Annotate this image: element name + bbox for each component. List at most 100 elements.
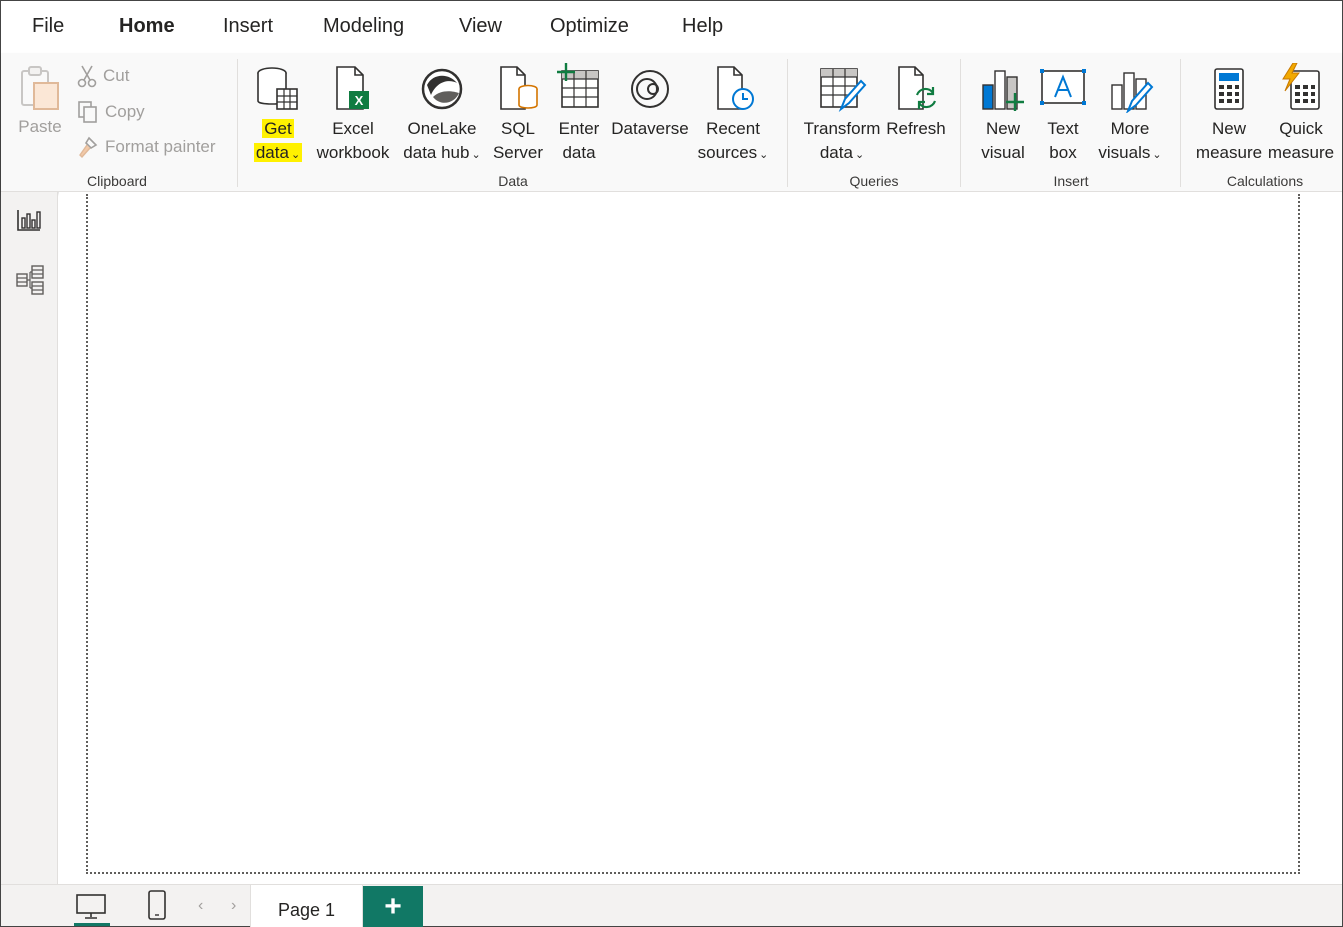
ribbon: Paste Cut Copy Format painter Clipboard [1, 53, 1342, 192]
next-page-icon[interactable]: › [231, 897, 236, 915]
text-box-label-1: Text [1047, 119, 1079, 138]
new-visual-label-1: New [985, 119, 1020, 138]
onelake-data-hub-button[interactable]: OneLake data hub ⌄ [397, 61, 487, 171]
new-measure-label-2: measure [1195, 143, 1263, 162]
more-visuals-button[interactable]: More visuals ⌄ [1093, 61, 1167, 171]
new-visual-button[interactable]: New visual [973, 61, 1033, 171]
get-data-label-1: Get [262, 119, 294, 138]
more-visuals-label-2: visuals [1098, 143, 1151, 162]
quick-measure-button[interactable]: Quick measure [1265, 61, 1337, 171]
onelake-label-2: data hub [403, 143, 470, 162]
sql-label-1: SQL [500, 119, 536, 138]
group-label-insert: Insert [1053, 173, 1089, 189]
get-data-button[interactable]: Get data ⌄ [247, 61, 309, 171]
format-painter-button[interactable]: Format painter [77, 133, 216, 161]
enter-data-label-1: Enter [558, 119, 600, 138]
add-page-button[interactable]: + [363, 886, 423, 927]
report-page-canvas[interactable] [86, 194, 1300, 874]
paste-button[interactable]: Paste [13, 63, 67, 143]
menu-bar: File Home Insert Modeling View Optimize … [1, 1, 1342, 53]
dataverse-button[interactable]: Dataverse [609, 61, 691, 171]
refresh-icon [898, 66, 937, 110]
quick-measure-label-1: Quick [1279, 119, 1323, 138]
copy-label: Copy [105, 102, 145, 121]
dataverse-label: Dataverse [611, 119, 689, 138]
cut-button[interactable]: Cut [77, 62, 129, 90]
chevron-down-icon: ⌄ [759, 149, 769, 161]
dataverse-icon [631, 70, 669, 108]
prev-page-icon[interactable]: ‹ [198, 897, 203, 915]
tab-modeling[interactable]: Modeling [323, 15, 404, 38]
transform-data-icon [820, 68, 867, 112]
format-painter-label: Format painter [105, 137, 216, 156]
onelake-icon [421, 68, 463, 110]
report-view-icon[interactable] [15, 208, 43, 234]
separator [787, 59, 788, 187]
active-layout-indicator [74, 923, 110, 926]
paste-icon [21, 66, 59, 110]
mobile-layout-icon[interactable] [146, 889, 168, 921]
new-visual-label-2: visual [981, 143, 1025, 162]
separator [1180, 59, 1181, 187]
transform-label-2: data [819, 143, 853, 162]
text-box-icon [1040, 69, 1086, 105]
tab-optimize[interactable]: Optimize [550, 15, 629, 38]
refresh-label: Refresh [886, 119, 946, 138]
tab-home[interactable]: Home [119, 15, 175, 38]
view-rail [1, 192, 58, 886]
copy-icon [78, 101, 97, 123]
enter-data-label-2: data [562, 143, 596, 162]
transform-data-button[interactable]: Transform data ⌄ [799, 61, 885, 171]
chevron-down-icon: ⌄ [854, 149, 865, 161]
paintbrush-icon [79, 136, 98, 159]
excel-workbook-button[interactable]: X Excel workbook [311, 61, 395, 171]
recent-label-1: Recent [706, 119, 760, 138]
paste-label: Paste [18, 117, 62, 136]
recent-sources-button[interactable]: Recent sources ⌄ [693, 61, 773, 171]
more-visuals-label-1: More [1110, 119, 1150, 138]
model-view-icon[interactable] [15, 264, 45, 296]
enter-data-button[interactable]: Enter data [551, 61, 607, 171]
copy-button[interactable]: Copy [77, 98, 145, 126]
calculator-icon [1214, 68, 1244, 110]
new-visual-icon [982, 70, 1024, 111]
sql-server-button[interactable]: SQL Server [489, 61, 547, 171]
excel-label-2: workbook [316, 143, 390, 162]
get-data-label-2: data [255, 143, 289, 162]
quick-measure-label-2: measure [1267, 143, 1335, 162]
group-label-data: Data [498, 173, 528, 189]
sql-server-icon [500, 66, 538, 110]
text-box-button[interactable]: Text box [1035, 61, 1091, 171]
group-label-queries: Queries [849, 173, 899, 189]
page-tab-1[interactable]: Page 1 [250, 885, 363, 927]
transform-label-1: Transform [803, 119, 881, 138]
recent-sources-icon [717, 66, 754, 110]
tab-insert[interactable]: Insert [223, 15, 273, 38]
chevron-down-icon: ⌄ [290, 149, 301, 161]
table-add-icon [557, 63, 599, 108]
onelake-label-1: OneLake [407, 119, 477, 138]
sql-label-2: Server [492, 143, 544, 162]
tab-file[interactable]: File [32, 15, 64, 38]
separator [960, 59, 961, 187]
recent-label-2: sources [697, 143, 758, 162]
group-label-calculations: Calculations [1226, 173, 1304, 189]
chevron-down-icon: ⌄ [1152, 149, 1162, 161]
report-canvas-area[interactable] [59, 192, 1342, 886]
tab-help[interactable]: Help [682, 15, 723, 38]
cut-label: Cut [103, 66, 130, 85]
database-table-icon [257, 67, 298, 110]
excel-label-1: Excel [332, 119, 374, 138]
chevron-down-icon: ⌄ [471, 149, 481, 161]
quick-measure-icon [1282, 63, 1320, 110]
tab-view[interactable]: View [459, 15, 502, 38]
excel-icon: X [336, 66, 369, 110]
text-box-label-2: box [1049, 143, 1077, 162]
scissors-icon [77, 65, 97, 88]
more-visuals-icon [1111, 72, 1154, 113]
group-label-clipboard: Clipboard [87, 173, 147, 189]
refresh-button[interactable]: Refresh [885, 61, 947, 171]
desktop-layout-icon[interactable] [75, 893, 107, 921]
new-measure-button[interactable]: New measure [1193, 61, 1265, 171]
svg-text:X: X [355, 93, 364, 108]
